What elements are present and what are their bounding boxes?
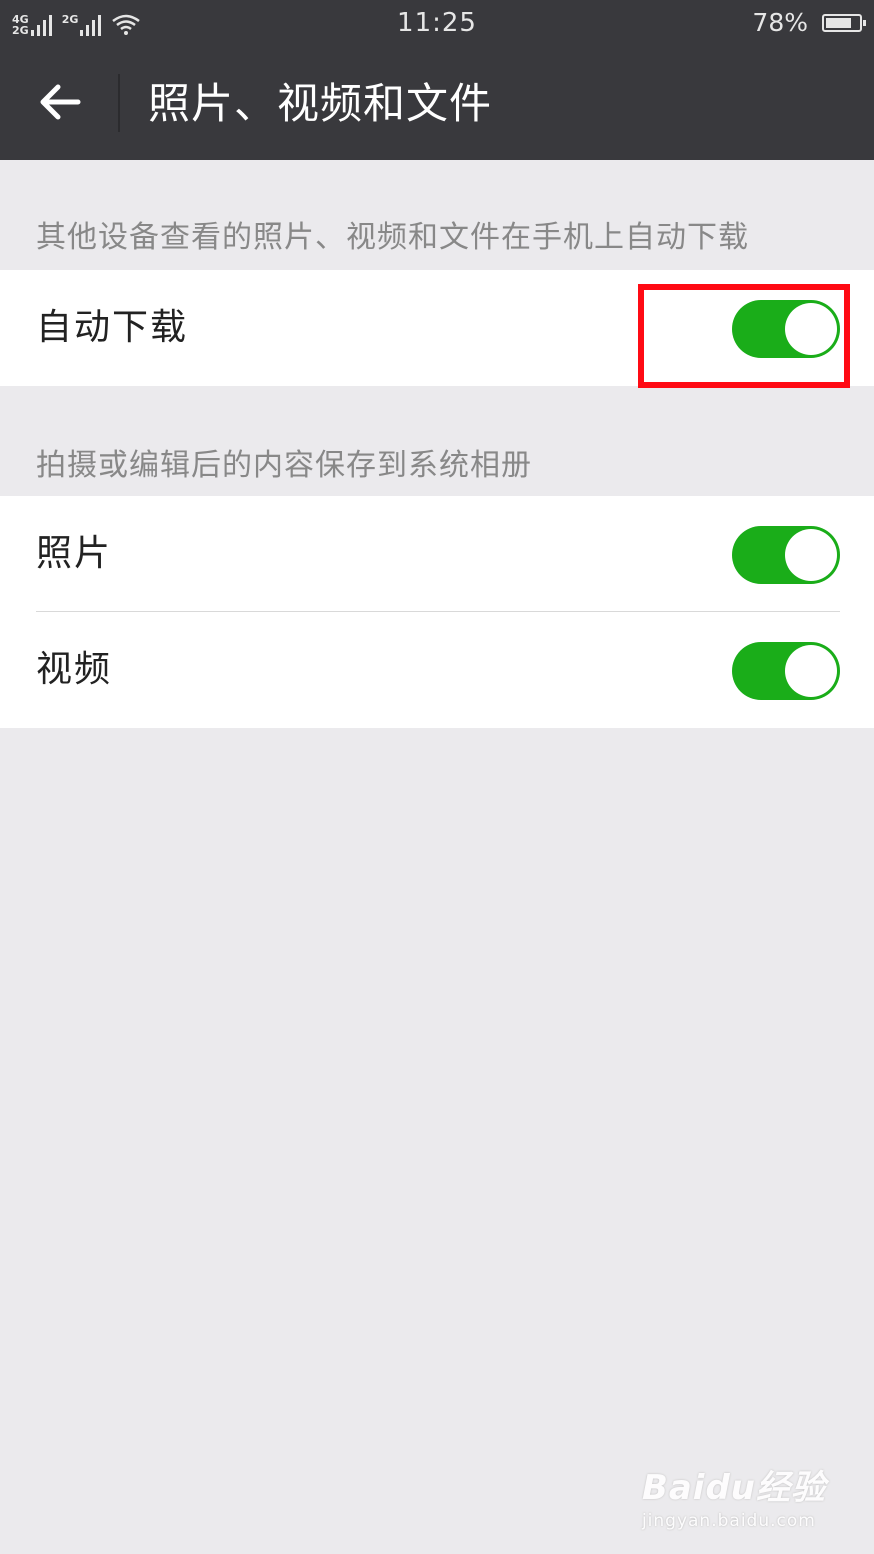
status-time: 11:25 bbox=[397, 8, 477, 38]
setting-label-photos: 照片 bbox=[36, 533, 113, 574]
toggle-knob bbox=[785, 303, 837, 355]
setting-label-auto-download: 自动下载 bbox=[36, 307, 189, 348]
title-divider bbox=[118, 74, 120, 132]
title-bar: 照片、视频和文件 bbox=[0, 46, 874, 160]
setting-row-videos: 视频 bbox=[0, 612, 874, 728]
videos-toggle[interactable] bbox=[732, 642, 840, 700]
section-header-auto-download: 其他设备查看的照片、视频和文件在手机上自动下载 bbox=[36, 220, 749, 255]
watermark-url: jingyan.baidu.com bbox=[641, 1511, 816, 1531]
photos-toggle[interactable] bbox=[732, 526, 840, 584]
row-divider bbox=[36, 611, 840, 612]
toggle-knob bbox=[785, 645, 837, 697]
auto-download-toggle[interactable] bbox=[732, 300, 840, 358]
setting-row-auto-download: 自动下载 bbox=[0, 270, 874, 386]
battery-icon bbox=[822, 13, 866, 32]
page-title: 照片、视频和文件 bbox=[148, 79, 493, 128]
status-bar: 4G 2G 2G 11:25 78% bbox=[0, 0, 874, 46]
battery-percent: 78% bbox=[752, 8, 808, 37]
section-header-save-to-album: 拍摄或编辑后的内容保存到系统相册 bbox=[36, 448, 532, 483]
setting-label-videos: 视频 bbox=[36, 649, 113, 690]
battery-indicator: 78% bbox=[752, 8, 866, 37]
battery-fill bbox=[826, 17, 851, 28]
watermark-logo: Baidu经验 bbox=[641, 1468, 826, 1508]
back-arrow-icon bbox=[40, 84, 81, 120]
toggle-knob bbox=[785, 529, 837, 581]
setting-row-photos: 照片 bbox=[0, 496, 874, 612]
baidu-watermark: Baidu经验 jingyan.baidu.com bbox=[642, 1460, 826, 1531]
back-button[interactable] bbox=[22, 66, 98, 138]
